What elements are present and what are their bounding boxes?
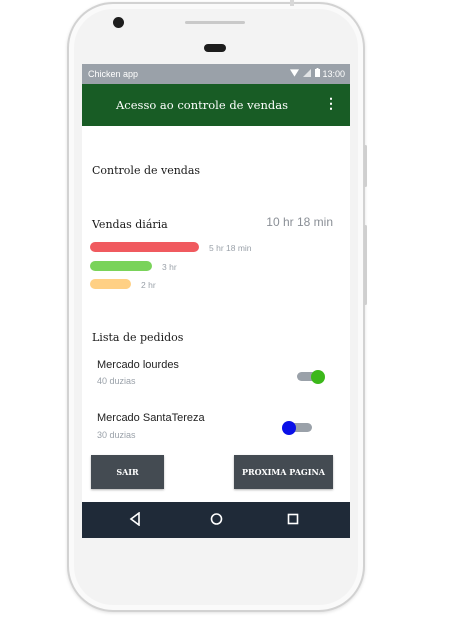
sales-bar-label: 5 hr 18 min — [209, 243, 252, 253]
earpiece-speaker — [185, 21, 245, 24]
back-icon[interactable] — [129, 511, 141, 528]
proximity-sensor — [204, 44, 226, 52]
section-title: Controle de vendas — [92, 164, 201, 177]
next-page-button[interactable]: PROXIMA PAGINA — [234, 455, 333, 489]
recents-icon[interactable] — [287, 512, 299, 528]
order-toggle[interactable] — [282, 419, 314, 437]
daily-sales-total: 10 hr 18 min — [266, 215, 333, 229]
sales-bar — [90, 242, 199, 252]
app-bar-title: Acesso ao controle de vendas — [116, 98, 288, 112]
order-quantity: 40 duzias — [97, 376, 136, 386]
front-camera — [113, 17, 124, 28]
status-time: 13:00 — [322, 69, 345, 79]
sales-bar-label: 3 hr — [162, 262, 177, 272]
orders-title: Lista de pedidos — [92, 331, 184, 344]
app-bar: Acesso ao controle de vendas ⋮ — [82, 84, 350, 126]
battery-icon — [315, 68, 320, 77]
more-vert-icon[interactable]: ⋮ — [324, 96, 338, 110]
order-toggle[interactable] — [295, 368, 327, 386]
order-name: Mercado lourdes — [97, 359, 179, 371]
sales-bar-label: 2 hr — [141, 280, 156, 290]
phone-top-notch — [290, 0, 294, 6]
order-quantity: 30 duzias — [97, 430, 136, 440]
sales-bar — [90, 261, 152, 271]
toggle-knob — [282, 421, 296, 435]
toggle-knob — [311, 370, 325, 384]
volume-button — [364, 225, 367, 305]
wifi-icon — [290, 68, 299, 77]
order-name: Mercado SantaTereza — [97, 412, 205, 424]
nav-bar — [82, 502, 350, 538]
power-button — [364, 145, 367, 187]
daily-sales-title: Vendas diária — [92, 218, 168, 231]
status-bar: Chicken app 13:00 — [82, 64, 350, 84]
home-icon[interactable] — [210, 512, 223, 528]
sales-bar — [90, 279, 131, 289]
exit-button[interactable]: SAIR — [91, 455, 164, 489]
signal-icon — [303, 68, 311, 77]
app-screen: Chicken app 13:00 Acesso ao controle de … — [82, 64, 350, 538]
status-app-name: Chicken app — [88, 69, 139, 79]
status-icons — [290, 68, 320, 77]
